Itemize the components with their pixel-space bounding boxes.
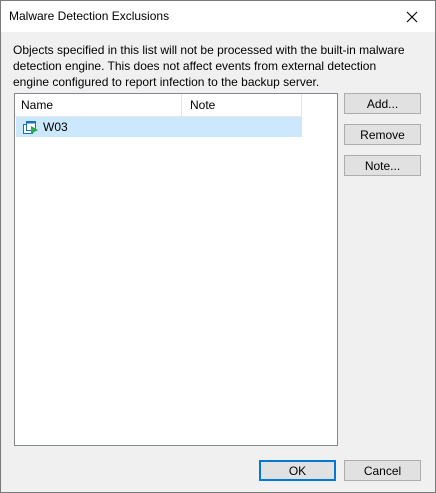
close-icon <box>406 11 418 22</box>
exclusions-list[interactable]: Name Note W03 <box>14 93 338 446</box>
dialog-window: Malware Detection Exclusions Objects spe… <box>0 0 436 493</box>
list-item[interactable]: W03 <box>16 117 302 137</box>
remove-button[interactable]: Remove <box>344 124 421 145</box>
ok-button[interactable]: OK <box>259 460 336 481</box>
column-header-note[interactable]: Note <box>182 94 302 116</box>
column-header-name[interactable]: Name <box>15 94 182 116</box>
list-item-name: W03 <box>43 120 68 134</box>
title-bar: Malware Detection Exclusions <box>1 1 435 32</box>
list-header: Name Note <box>15 94 302 117</box>
description-text: Objects specified in this list will not … <box>13 43 405 89</box>
vm-icon <box>23 121 38 134</box>
add-button[interactable]: Add... <box>344 93 421 114</box>
cancel-button[interactable]: Cancel <box>344 460 421 481</box>
close-button[interactable] <box>389 1 435 32</box>
window-title: Malware Detection Exclusions <box>9 9 170 23</box>
note-button[interactable]: Note... <box>344 155 421 176</box>
